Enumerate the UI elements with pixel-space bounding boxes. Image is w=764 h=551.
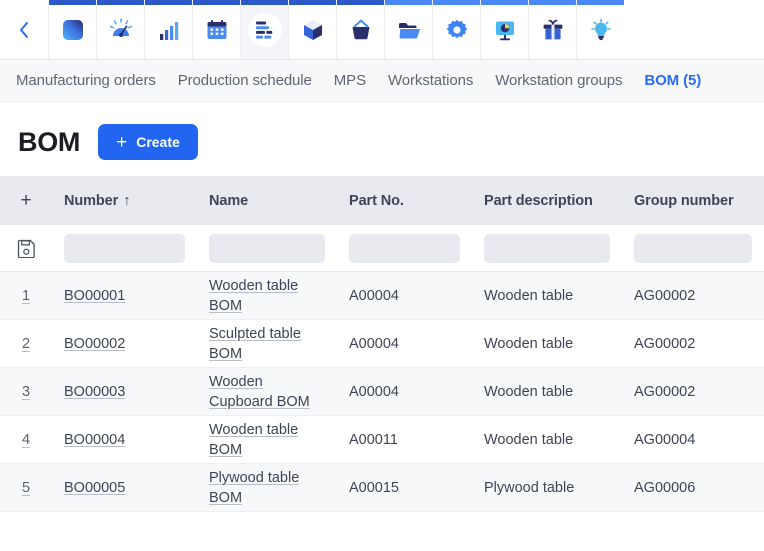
row-part-description: Wooden table — [472, 320, 622, 367]
basket-icon — [344, 13, 378, 47]
filter-input-group-number[interactable] — [634, 234, 752, 263]
icon-tab-settings[interactable] — [432, 0, 480, 59]
column-header-name[interactable]: Name — [197, 176, 337, 225]
row-number-link[interactable]: BO00002 — [64, 334, 125, 354]
table-row[interactable]: 2 BO00002 Sculpted table BOM A00004 Wood… — [0, 320, 764, 368]
row-index-link[interactable]: 1 — [22, 288, 30, 304]
manufacturing-list-icon — [248, 13, 282, 47]
row-index-link[interactable]: 2 — [22, 336, 30, 352]
logo-icon — [56, 13, 90, 47]
table-header-row: + Number ↑ Name Part No. Part descriptio… — [0, 176, 764, 225]
row-part-description: Wooden table — [472, 272, 622, 319]
save-filter-button[interactable] — [0, 225, 52, 271]
row-group-number: AG00002 — [622, 272, 764, 319]
lightbulb-icon — [584, 13, 618, 47]
back-button[interactable] — [0, 0, 48, 59]
row-part-no: A00011 — [337, 416, 472, 463]
page-title: BOM — [18, 127, 80, 158]
plus-icon: + — [21, 190, 32, 212]
presentation-chart-icon — [488, 13, 522, 47]
icon-tab-purchasing[interactable] — [336, 0, 384, 59]
icon-tab-logo[interactable] — [48, 0, 96, 59]
sort-ascending-icon: ↑ — [123, 193, 130, 209]
bar-chart-icon — [152, 13, 186, 47]
filter-input-name[interactable] — [209, 234, 325, 263]
icon-tab-analytics[interactable] — [480, 0, 528, 59]
row-part-description: Wooden table — [472, 416, 622, 463]
row-part-no: A00015 — [337, 464, 472, 511]
dashboard-gauge-icon — [104, 13, 138, 47]
row-number-link[interactable]: BO00003 — [64, 382, 125, 402]
table-row[interactable]: 3 BO00003 Wooden Cupboard BOM A00004 Woo… — [0, 368, 764, 416]
column-header-part-no[interactable]: Part No. — [337, 176, 472, 225]
icon-tab-inventory[interactable] — [288, 0, 336, 59]
row-index-link[interactable]: 4 — [22, 432, 30, 448]
icon-tab-list — [48, 0, 624, 59]
row-group-number: AG00002 — [622, 320, 764, 367]
row-part-description: Wooden table — [472, 368, 622, 415]
gift-icon — [536, 13, 570, 47]
subnav-item-mps[interactable]: MPS — [334, 72, 366, 89]
row-index-link[interactable]: 5 — [22, 480, 30, 496]
icon-tab-documents[interactable] — [384, 0, 432, 59]
filter-input-number[interactable] — [64, 234, 185, 263]
subnav-item-manufacturing-orders[interactable]: Manufacturing orders — [16, 72, 156, 89]
column-header-part-description[interactable]: Part description — [472, 176, 622, 225]
row-group-number: AG00002 — [622, 368, 764, 415]
row-index-link[interactable]: 3 — [22, 384, 30, 400]
create-button-label: Create — [136, 134, 180, 150]
subnav-item-workstations[interactable]: Workstations — [388, 72, 473, 89]
icon-tab-dashboard[interactable] — [96, 0, 144, 59]
icon-tab-calendar[interactable] — [192, 0, 240, 59]
subnav-item-production-schedule[interactable]: Production schedule — [178, 72, 312, 89]
column-header-group-number[interactable]: Group number — [622, 176, 764, 225]
page-header: BOM + Create — [0, 102, 764, 176]
row-name-link[interactable]: Wooden Cupboard BOM — [209, 374, 310, 410]
sub-navigation: Manufacturing orders Production schedule… — [0, 60, 764, 102]
add-column-button[interactable]: + — [0, 176, 52, 225]
row-group-number: AG00006 — [622, 464, 764, 511]
filter-input-part-description[interactable] — [484, 234, 610, 263]
create-button[interactable]: + Create — [98, 124, 198, 160]
cube-box-icon — [296, 13, 330, 47]
icon-tab-gift[interactable] — [528, 0, 576, 59]
row-name-link[interactable]: Sculpted table BOM — [209, 326, 301, 362]
table-filter-row — [0, 225, 764, 272]
filter-input-part-no[interactable] — [349, 234, 460, 263]
subnav-item-workstation-groups[interactable]: Workstation groups — [495, 72, 622, 89]
row-name-link[interactable]: Wooden table BOM — [209, 278, 298, 314]
icon-tab-ideas[interactable] — [576, 0, 624, 59]
top-icon-toolbar — [0, 0, 764, 60]
icon-tab-manufacturing[interactable] — [240, 0, 288, 59]
plus-icon: + — [116, 133, 127, 152]
gear-icon — [440, 13, 474, 47]
row-number-link[interactable]: BO00004 — [64, 430, 125, 450]
row-number-link[interactable]: BO00005 — [64, 478, 125, 498]
row-part-description: Plywood table — [472, 464, 622, 511]
folder-icon — [392, 13, 426, 47]
row-group-number: AG00004 — [622, 416, 764, 463]
table-row[interactable]: 4 BO00004 Wooden table BOM A00011 Wooden… — [0, 416, 764, 464]
calendar-icon — [200, 13, 234, 47]
table-row[interactable]: 1 BO00001 Wooden table BOM A00004 Wooden… — [0, 272, 764, 320]
row-part-no: A00004 — [337, 368, 472, 415]
column-header-number[interactable]: Number ↑ — [52, 176, 197, 225]
row-part-no: A00004 — [337, 272, 472, 319]
icon-tab-reports[interactable] — [144, 0, 192, 59]
row-number-link[interactable]: BO00001 — [64, 286, 125, 306]
row-name-link[interactable]: Plywood table BOM — [209, 470, 299, 506]
bom-table: + Number ↑ Name Part No. Part descriptio… — [0, 176, 764, 512]
floppy-disk-save-icon — [17, 239, 36, 258]
subnav-item-bom[interactable]: BOM (5) — [644, 72, 701, 89]
row-name-link[interactable]: Wooden table BOM — [209, 422, 298, 458]
chevron-left-icon — [18, 21, 30, 39]
column-header-number-label: Number — [64, 193, 118, 209]
row-part-no: A00004 — [337, 320, 472, 367]
table-row[interactable]: 5 BO00005 Plywood table BOM A00015 Plywo… — [0, 464, 764, 512]
